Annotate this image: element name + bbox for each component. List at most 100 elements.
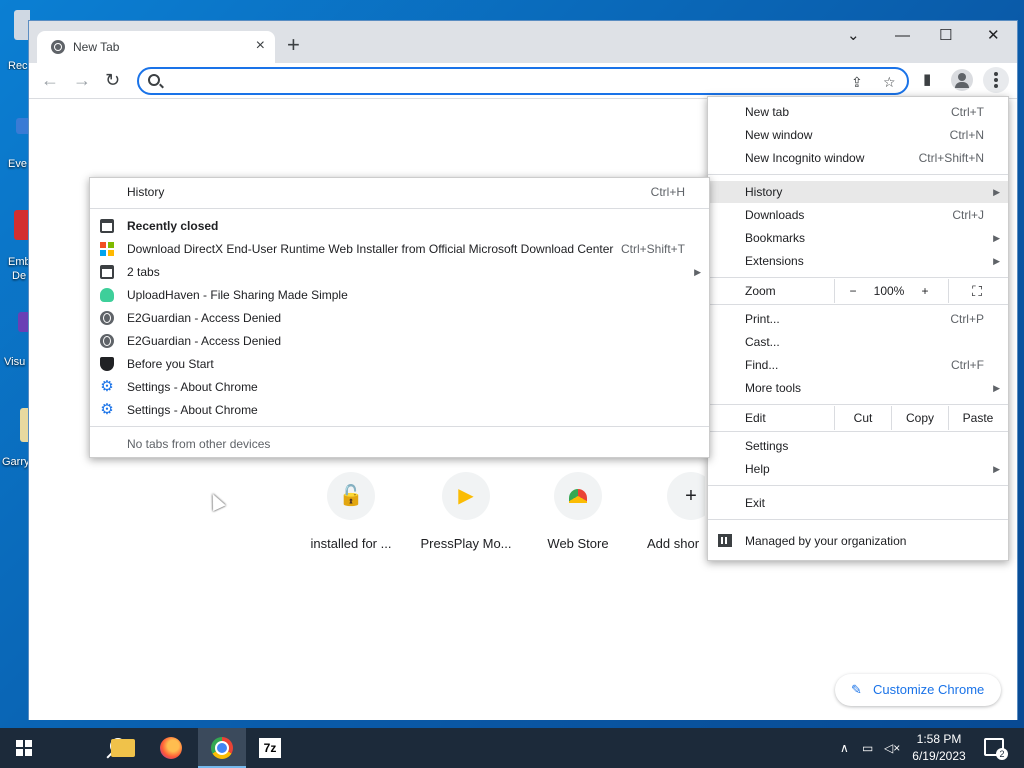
tab-search-icon[interactable]: ⌄ bbox=[847, 27, 860, 45]
shortcut-tile[interactable]: 🔓 installed for ... bbox=[296, 472, 406, 551]
close-window-icon[interactable]: ✕ bbox=[987, 27, 1000, 45]
taskbar-chrome[interactable] bbox=[198, 728, 246, 768]
submenu-arrow-icon: ▶ bbox=[694, 267, 701, 277]
gear-icon: ⚙ bbox=[100, 378, 114, 395]
chrome-menu-button[interactable] bbox=[983, 67, 1009, 93]
building-icon bbox=[718, 534, 732, 547]
menu-item-new-tab[interactable]: New tab Ctrl+T bbox=[708, 101, 1008, 123]
menu-item-history[interactable]: History ▶ bbox=[708, 181, 1008, 203]
search-icon bbox=[148, 74, 160, 86]
volume-muted-icon[interactable]: ◁× bbox=[884, 728, 900, 768]
bookmark-star-icon[interactable]: ☆ bbox=[883, 74, 896, 91]
menu-item-more-tools[interactable]: More tools ▶ bbox=[708, 377, 1008, 399]
menu-item-downloads[interactable]: Downloads Ctrl+J bbox=[708, 204, 1008, 226]
recent-item[interactable]: Download DirectX End-User Runtime Web In… bbox=[90, 238, 709, 260]
plus-icon: + bbox=[667, 472, 705, 520]
menu-item-incognito[interactable]: New Incognito window Ctrl+Shift+N bbox=[708, 147, 1008, 169]
menu-item-settings[interactable]: Settings bbox=[708, 435, 1008, 457]
forward-icon[interactable]: → bbox=[73, 71, 91, 89]
menu-item-cast[interactable]: Cast... bbox=[708, 331, 1008, 353]
menu-item-find[interactable]: Find... Ctrl+F bbox=[708, 354, 1008, 376]
minimize-icon[interactable]: — bbox=[895, 27, 910, 45]
gear-icon: ⚙ bbox=[100, 401, 114, 418]
taskbar-7zip[interactable]: 7z bbox=[246, 728, 294, 768]
desktop-icon-recycle-bin[interactable]: Rec bbox=[0, 10, 30, 70]
zoom-out-button[interactable]: − bbox=[844, 279, 862, 303]
taskbar-search-button[interactable] bbox=[48, 728, 126, 768]
recent-item[interactable]: ⚙ Settings - About Chrome bbox=[90, 399, 709, 421]
clock-time: 1:58 PM bbox=[916, 732, 962, 746]
start-button[interactable] bbox=[0, 728, 48, 768]
desktop-icon-visual[interactable]: Visu bbox=[0, 312, 30, 370]
menu-item-bookmarks[interactable]: Bookmarks ▶ bbox=[708, 227, 1008, 249]
clock-date: 6/19/2023 bbox=[912, 749, 966, 763]
taskbar-firefox[interactable] bbox=[148, 728, 196, 768]
tab-icon bbox=[100, 219, 114, 233]
taskbar: 7z ∧ ▭ ◁× 1:58 PM 6/19/2023 2 bbox=[0, 728, 1024, 768]
shortcut-tile[interactable]: ▶ PressPlay Mo... bbox=[411, 472, 521, 551]
menu-item-new-window[interactable]: New window Ctrl+N bbox=[708, 124, 1008, 146]
chrome-icon bbox=[211, 737, 233, 759]
recent-item[interactable]: UploadHaven - File Sharing Made Simple bbox=[90, 284, 709, 306]
notification-count: 2 bbox=[996, 748, 1008, 760]
cloud-icon bbox=[100, 288, 114, 302]
maximize-icon[interactable]: ☐ bbox=[939, 27, 952, 45]
reload-icon[interactable]: ↻ bbox=[105, 71, 120, 89]
pressplay-icon: ▶ bbox=[442, 472, 490, 520]
submenu-arrow-icon: ▶ bbox=[993, 187, 1000, 197]
toolbar: ← → ↻ ⇪ ☆ ▮ bbox=[29, 63, 1017, 99]
submenu-arrow-icon: ▶ bbox=[993, 256, 1000, 266]
shortcut-tile[interactable]: Web Store bbox=[523, 472, 633, 551]
shield-icon bbox=[100, 357, 114, 371]
copy-button[interactable]: Copy bbox=[892, 406, 948, 430]
firefox-icon bbox=[160, 737, 182, 759]
microsoft-icon bbox=[100, 242, 114, 256]
desktop-icon-garry[interactable]: Garry bbox=[0, 408, 30, 472]
menu-item-exit[interactable]: Exit bbox=[708, 492, 1008, 514]
show-hidden-icons[interactable]: ∧ bbox=[840, 728, 849, 768]
7zip-icon: 7z bbox=[259, 738, 281, 758]
profile-avatar-icon[interactable] bbox=[951, 69, 973, 91]
submenu-arrow-icon: ▶ bbox=[993, 233, 1000, 243]
fullscreen-icon[interactable]: ⛶ bbox=[966, 279, 988, 303]
zoom-in-button[interactable]: + bbox=[916, 279, 934, 303]
back-icon[interactable]: ← bbox=[41, 71, 59, 89]
add-shortcut-tile[interactable]: + Add shor bbox=[635, 472, 705, 551]
recent-item[interactable]: E2Guardian - Access Denied bbox=[90, 330, 709, 352]
address-input[interactable] bbox=[169, 72, 829, 92]
share-icon[interactable]: ⇪ bbox=[851, 74, 863, 91]
recent-item[interactable]: 2 tabs ▶ bbox=[90, 261, 709, 283]
windows-logo-icon bbox=[16, 740, 32, 756]
menu-item-print[interactable]: Print... Ctrl+P bbox=[708, 308, 1008, 330]
tab-icon bbox=[100, 265, 114, 279]
recent-item[interactable]: Before you Start bbox=[90, 353, 709, 375]
recent-item[interactable]: ⚙ Settings - About Chrome bbox=[90, 376, 709, 398]
lock-icon: 🔓 bbox=[327, 472, 375, 520]
desktop-icon-event[interactable]: Eve bbox=[0, 118, 30, 172]
menu-item-help[interactable]: Help ▶ bbox=[708, 458, 1008, 480]
submenu-item-history[interactable]: History Ctrl+H bbox=[90, 181, 709, 203]
cut-button[interactable]: Cut bbox=[835, 406, 891, 430]
system-clock[interactable]: 1:58 PM 6/19/2023 bbox=[906, 731, 972, 765]
tab-strip: New Tab × + ⌄ — ☐ ✕ bbox=[29, 21, 1017, 63]
side-panel-icon[interactable]: ▮ bbox=[923, 71, 931, 89]
globe-icon bbox=[100, 334, 114, 348]
desktop-icon-embedded[interactable]: Emb De bbox=[0, 210, 30, 286]
chrome-main-menu: New tab Ctrl+T New window Ctrl+N New Incog… bbox=[707, 96, 1009, 561]
paste-button[interactable]: Paste bbox=[949, 406, 1007, 430]
recently-closed-heading: Recently closed bbox=[90, 215, 709, 237]
network-icon[interactable]: ▭ bbox=[862, 728, 873, 768]
menu-item-extensions[interactable]: Extensions ▶ bbox=[708, 250, 1008, 272]
customize-chrome-button[interactable]: ✎ Customize Chrome bbox=[835, 674, 1001, 706]
tab-new-tab[interactable]: New Tab × bbox=[37, 31, 275, 63]
no-tabs-other-devices: No tabs from other devices bbox=[127, 437, 271, 451]
taskbar-file-explorer[interactable] bbox=[98, 728, 146, 768]
managed-by-org[interactable]: Managed by your organization bbox=[708, 530, 1008, 552]
address-bar[interactable]: ⇪ ☆ bbox=[137, 67, 909, 95]
new-tab-button[interactable]: + bbox=[287, 34, 300, 56]
globe-icon bbox=[100, 311, 114, 325]
recent-item[interactable]: E2Guardian - Access Denied bbox=[90, 307, 709, 329]
tab-close-icon[interactable]: × bbox=[256, 37, 265, 55]
submenu-arrow-icon: ▶ bbox=[993, 464, 1000, 474]
pencil-icon: ✎ bbox=[851, 682, 862, 697]
